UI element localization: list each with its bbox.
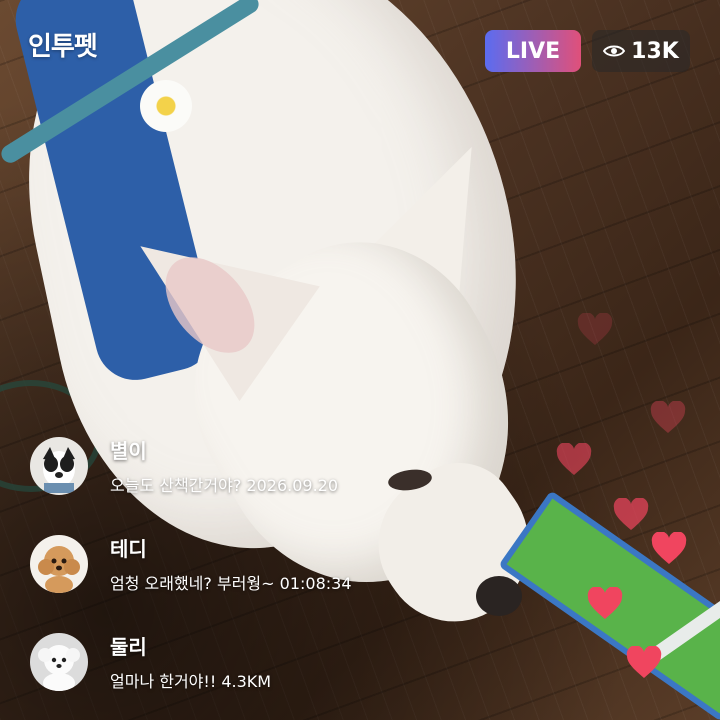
viewer-count-badge: 13K bbox=[592, 30, 690, 72]
heart-icon bbox=[613, 498, 649, 532]
comment-item: 둘리 얼마나 한거야!! 4.3KM bbox=[30, 631, 271, 692]
comment-author: 둘리 bbox=[110, 635, 147, 659]
comment-message: 얼마나 한거야!! 4.3KM bbox=[110, 672, 272, 691]
dog-nose bbox=[476, 576, 522, 616]
dog-avatar-white-fluffy[interactable] bbox=[30, 632, 88, 691]
heart-icon bbox=[651, 532, 687, 566]
dog-avatar-border-collie[interactable] bbox=[30, 436, 88, 495]
heart-icon bbox=[650, 401, 686, 435]
viewer-count: 13K bbox=[631, 38, 679, 64]
flower-tag bbox=[140, 80, 192, 132]
eye-icon bbox=[603, 44, 626, 58]
comment-message: 엄청 오래했네? 부러웡~ 01:08:34 bbox=[110, 574, 352, 593]
comment-author: 테디 bbox=[110, 537, 147, 561]
comment-author: 별이 bbox=[110, 439, 147, 463]
heart-icon bbox=[626, 646, 662, 680]
app-logo: 인투펫 bbox=[28, 32, 98, 62]
heart-icon bbox=[556, 443, 592, 477]
comment-item: 테디 엄청 오래했네? 부러웡~ 01:08:34 bbox=[30, 533, 352, 594]
live-badge: LIVE bbox=[485, 30, 581, 72]
comment-item: 별이 오늘도 산책간거야? 2026.09.20 bbox=[30, 435, 338, 496]
heart-icon bbox=[587, 587, 623, 621]
dog-avatar-poodle[interactable] bbox=[30, 534, 88, 593]
heart-icon bbox=[577, 313, 613, 347]
comment-message: 오늘도 산책간거야? 2026.09.20 bbox=[110, 476, 339, 495]
